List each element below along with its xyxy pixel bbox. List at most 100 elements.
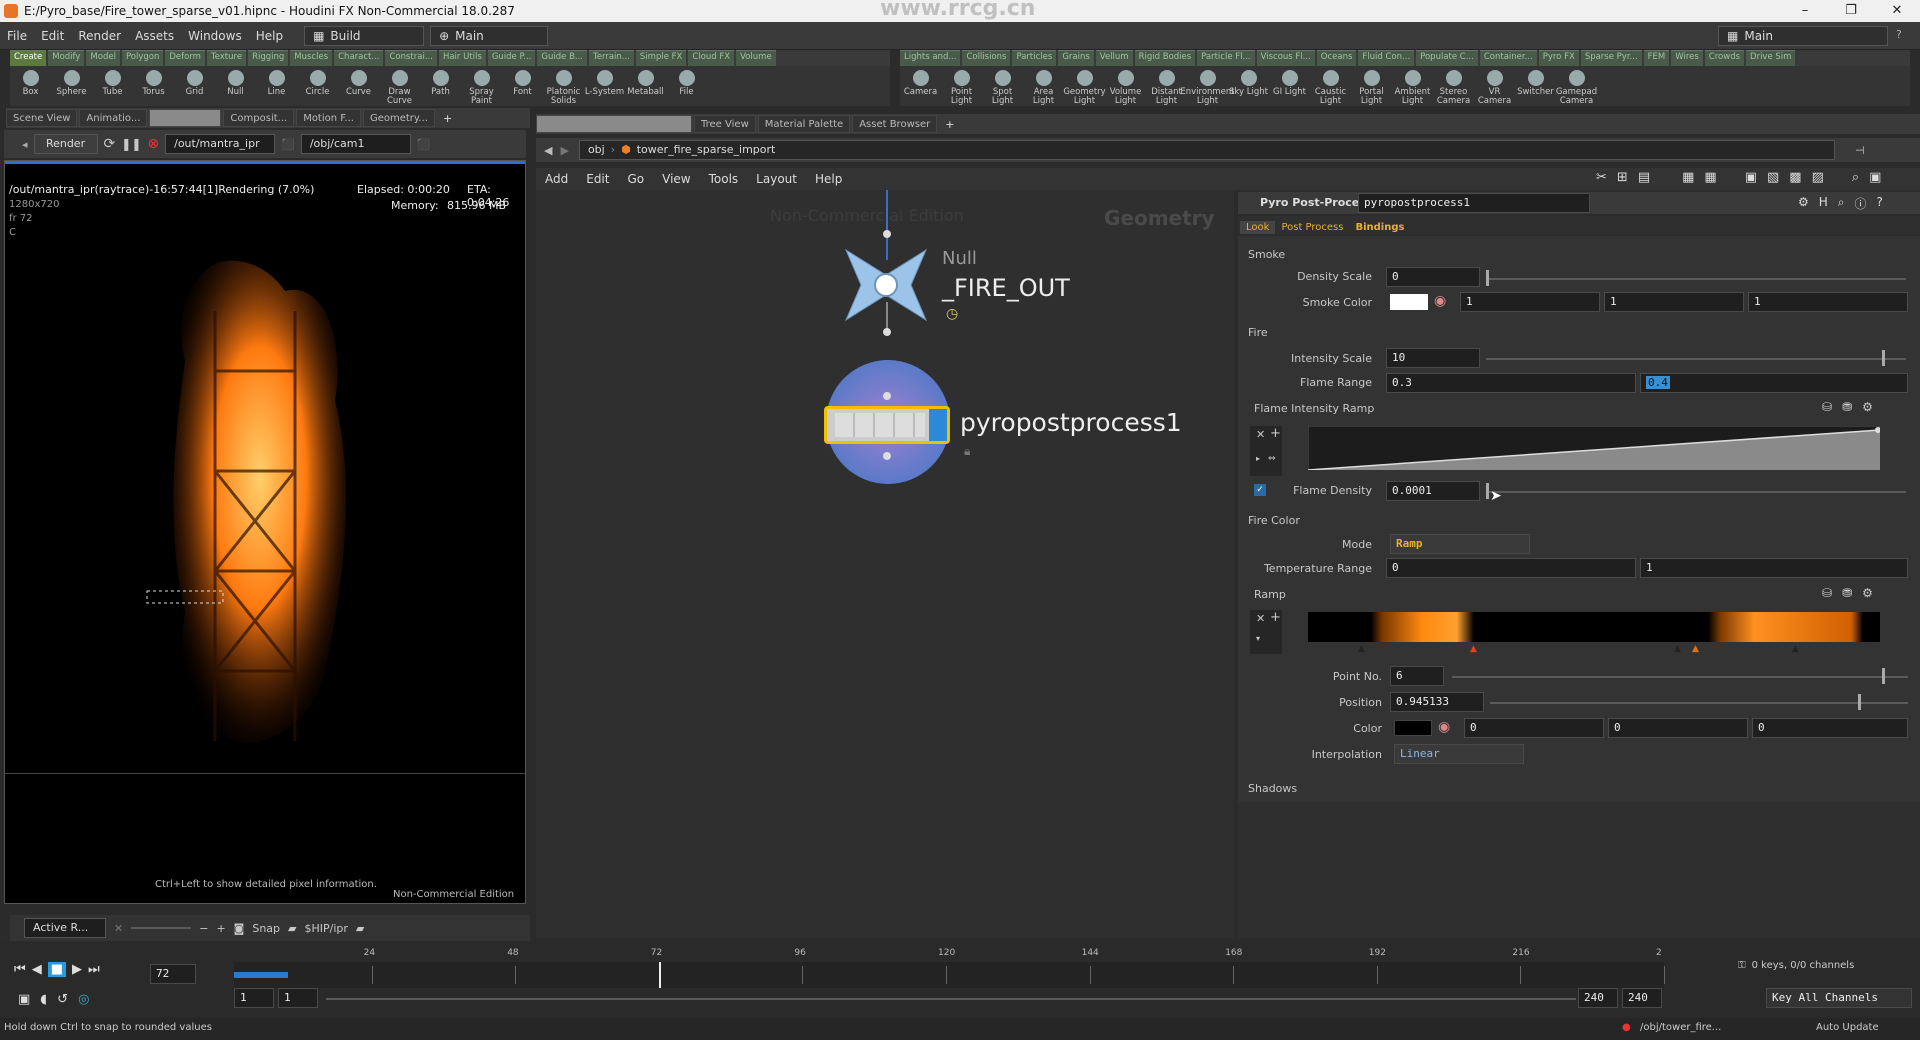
- shelf-tab-fem[interactable]: FEM: [1643, 50, 1670, 66]
- flame-intensity-ramp[interactable]: [1308, 426, 1880, 470]
- info-icon[interactable]: ⓘ: [1855, 195, 1867, 212]
- shelf-tab-polygon[interactable]: Polygon: [121, 50, 164, 66]
- position-slider[interactable]: [1490, 702, 1908, 704]
- intensity-scale-handle[interactable]: [1882, 350, 1885, 366]
- menu-assets[interactable]: Assets: [128, 29, 181, 43]
- play-icon[interactable]: ▶: [72, 962, 82, 977]
- menu-edit[interactable]: Edit: [34, 29, 71, 43]
- shelf-tab-populate-c[interactable]: Populate C...: [1416, 50, 1478, 66]
- start-frame-field-2[interactable]: 1: [278, 988, 318, 1008]
- folder-icon[interactable]: ▰: [288, 922, 296, 935]
- current-frame-field[interactable]: 72: [150, 964, 196, 984]
- shelf-tool-stereo-camera[interactable]: Stereo Camera: [1433, 66, 1474, 106]
- shelf-tab-charact[interactable]: Charact...: [334, 50, 384, 66]
- shelf-tool-null[interactable]: Null: [215, 66, 256, 106]
- ramp-preset-icon[interactable]: ⛁: [1822, 400, 1832, 414]
- smoke-color-r[interactable]: 1: [1460, 292, 1600, 312]
- table-icon[interactable]: ▦: [1704, 170, 1716, 185]
- tab-network-view[interactable]: [536, 115, 692, 133]
- end-frame-field[interactable]: 240: [1578, 988, 1618, 1008]
- smoke-color-g[interactable]: 1: [1604, 292, 1744, 312]
- temperature-range-max[interactable]: 1: [1640, 558, 1908, 578]
- shelf-tab-model[interactable]: Model: [86, 50, 120, 66]
- render-viewport[interactable]: /out/mantra_ipr(raytrace)-16:57:44[1]Ren…: [4, 160, 526, 904]
- shelf-tab-fluid-con[interactable]: Fluid Con...: [1358, 50, 1415, 66]
- shelf-tool-tube[interactable]: Tube: [92, 66, 133, 106]
- shelf-tab-muscles[interactable]: Muscles: [290, 50, 333, 66]
- save-icon[interactable]: ▰: [356, 922, 364, 935]
- node-name-field[interactable]: pyropostprocess1: [1358, 193, 1590, 213]
- position-handle[interactable]: [1858, 694, 1861, 710]
- shelf-tab-vellum[interactable]: Vellum: [1095, 50, 1133, 66]
- shelf-tab-grains[interactable]: Grains: [1058, 50, 1094, 66]
- shelf-tool-draw-curve[interactable]: Draw Curve: [379, 66, 420, 106]
- menu-windows[interactable]: Windows: [181, 29, 249, 43]
- shelf-tab-sparse-pyr[interactable]: Sparse Pyr...: [1580, 50, 1642, 66]
- status-obj-path[interactable]: /obj/tower_fire...: [1640, 1022, 1721, 1033]
- net-menu-add[interactable]: Add: [536, 172, 577, 186]
- null-node-name[interactable]: _FIRE_OUT: [942, 274, 1070, 302]
- range-slider[interactable]: [326, 998, 1576, 1000]
- clear-icon[interactable]: ✕: [114, 922, 123, 935]
- shelf-tab-pyro-fx[interactable]: Pyro FX: [1538, 50, 1579, 66]
- shelf-tab-rigging[interactable]: Rigging: [248, 50, 289, 66]
- key-all-channels[interactable]: Key All Channels: [1766, 988, 1912, 1008]
- shelf-tool-box[interactable]: Box: [10, 66, 51, 106]
- shelf-tool-spray-paint[interactable]: Spray Paint: [461, 66, 502, 106]
- display-icon[interactable]: ▩: [1789, 170, 1801, 185]
- shelf-tab-constrai[interactable]: Constrai...: [385, 50, 437, 66]
- tab-render-view[interactable]: [149, 109, 222, 127]
- shelf-tab-simple-fx[interactable]: Simple FX: [635, 50, 687, 66]
- net-menu-edit[interactable]: Edit: [577, 172, 618, 186]
- pyro-node-body[interactable]: [824, 406, 950, 444]
- render-button[interactable]: Render: [33, 134, 98, 154]
- shelf-tool-vr-camera[interactable]: VR Camera: [1474, 66, 1515, 106]
- net-menu-tools[interactable]: Tools: [700, 172, 748, 186]
- flame-density-field[interactable]: 0.0001: [1386, 481, 1480, 501]
- point-no-handle[interactable]: [1882, 668, 1885, 684]
- tab-look[interactable]: Look: [1240, 221, 1276, 234]
- notes-icon[interactable]: ▧: [1767, 170, 1779, 185]
- null-node-shape[interactable]: [836, 240, 936, 330]
- shelf-tool-switcher[interactable]: Switcher: [1515, 66, 1556, 106]
- shelf-tab-create[interactable]: Create: [10, 50, 47, 66]
- shelf-tab-collisions[interactable]: Collisions: [962, 50, 1011, 66]
- shelf-tab-guide-b[interactable]: Guide B...: [537, 50, 588, 66]
- shelf-tab-particles[interactable]: Particles: [1012, 50, 1057, 66]
- color-r[interactable]: 0: [1464, 718, 1604, 738]
- help-icon[interactable]: ?: [1877, 195, 1883, 212]
- shelf-tab-modify[interactable]: Modify: [48, 50, 85, 66]
- shelf-tool-caustic-light[interactable]: Caustic Light: [1310, 66, 1351, 106]
- network-editor[interactable]: Non-Commercial Edition Geometry Null _FI…: [536, 190, 1234, 938]
- shelf-tab-guide-p[interactable]: Guide P...: [487, 50, 536, 66]
- path-obj[interactable]: obj: [588, 141, 605, 159]
- help-icon[interactable]: ?: [1896, 28, 1902, 41]
- shelf-tab-particle-fl[interactable]: Particle Fl...: [1197, 50, 1255, 66]
- shelf-tool-platonic-solids[interactable]: Platonic Solids: [543, 66, 584, 106]
- net-menu-view[interactable]: View: [653, 172, 699, 186]
- desktop-selector[interactable]: ▦ Build: [304, 25, 425, 46]
- shelf-tab-wires[interactable]: Wires: [1671, 50, 1703, 66]
- shelf-tool-curve[interactable]: Curve: [338, 66, 379, 106]
- point-no-field[interactable]: 6: [1390, 666, 1444, 686]
- grid-icon[interactable]: ▦: [1682, 170, 1694, 185]
- context-selector[interactable]: ⊕ Main: [430, 25, 549, 46]
- shelf-tool-spot-light[interactable]: Spot Light: [982, 66, 1023, 106]
- shelf-tab-hair-utils[interactable]: Hair Utils: [438, 50, 486, 66]
- shelf-tool-metaball[interactable]: Metaball: [625, 66, 666, 106]
- jump-end-icon[interactable]: ⏭: [88, 962, 100, 977]
- shelf-tab-cloud-fx[interactable]: Cloud FX: [688, 50, 735, 66]
- shelf-tool-line[interactable]: Line: [256, 66, 297, 106]
- shelf-tool-environment-light[interactable]: Environment Light: [1180, 66, 1235, 106]
- interpolation-select[interactable]: Linear: [1394, 744, 1524, 764]
- density-scale-slider[interactable]: [1486, 278, 1906, 280]
- stop-render-icon[interactable]: ⊗: [147, 136, 159, 152]
- snap-label[interactable]: Snap: [252, 922, 280, 935]
- jump-start-icon[interactable]: ⏮: [14, 962, 26, 977]
- current-frame-marker[interactable]: [658, 962, 661, 988]
- intensity-scale-field[interactable]: 10: [1386, 348, 1480, 368]
- end-frame-field-2[interactable]: 240: [1622, 988, 1662, 1008]
- shelf-tool-l-system[interactable]: L-System: [584, 66, 625, 106]
- pyro-node-name[interactable]: pyropostprocess1: [960, 408, 1182, 437]
- list-icon[interactable]: ▤: [1638, 170, 1650, 185]
